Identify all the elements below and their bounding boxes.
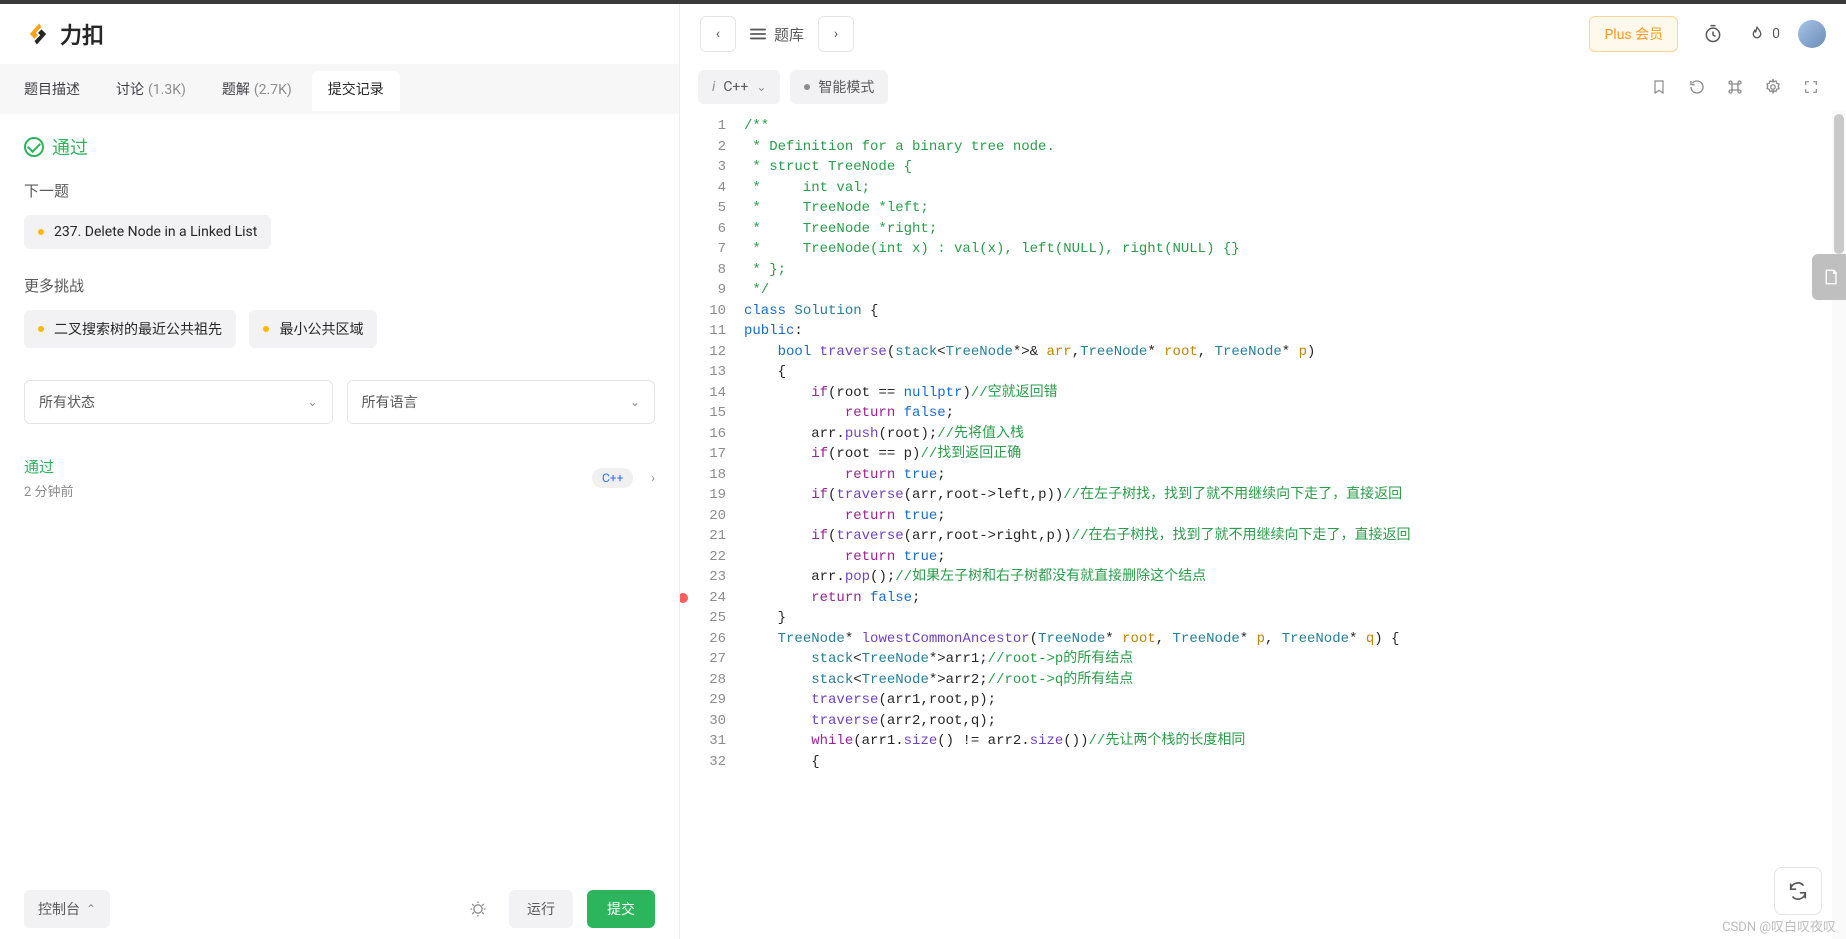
debug-icon[interactable]: [461, 892, 495, 926]
submission-row[interactable]: 通过 2 分钟前 C++ ›: [24, 446, 655, 510]
left-header: 力扣: [0, 4, 679, 64]
avatar[interactable]: [1798, 20, 1826, 48]
more-title: 更多挑战: [24, 275, 655, 296]
flame-icon: [1748, 24, 1766, 44]
submission-status: 通过: [24, 456, 74, 477]
info-icon: i: [712, 79, 715, 95]
tab-solution[interactable]: 题解(2.7K): [206, 71, 308, 107]
status-row: 通过: [24, 134, 655, 160]
submit-button[interactable]: 提交: [587, 890, 655, 928]
submission-time: 2 分钟前: [24, 481, 74, 500]
scrollbar[interactable]: [1832, 110, 1846, 939]
mode-dot-icon: [804, 84, 810, 90]
watermark: CSDN @叹白叹夜叹: [1722, 916, 1836, 935]
list-icon: [750, 27, 766, 41]
notes-tab[interactable]: [1812, 254, 1846, 300]
submission-lang-badge: C++: [592, 468, 633, 488]
status-label: 通过: [52, 134, 88, 160]
fullscreen-icon[interactable]: [1794, 70, 1828, 104]
next-problem-link[interactable]: 237. Delete Node in a Linked List: [24, 215, 271, 249]
run-button[interactable]: 运行: [509, 890, 573, 928]
difficulty-dot-icon: [38, 326, 44, 332]
code-editor[interactable]: 1234567891011121314151617181920212223242…: [680, 110, 1846, 939]
left-tabs: 题目描述 讨论(1.3K) 题解(2.7K) 提交记录: [0, 64, 679, 114]
console-button[interactable]: 控制台⌃: [24, 890, 110, 928]
streak-indicator[interactable]: 0: [1748, 24, 1780, 44]
timer-icon[interactable]: [1696, 17, 1730, 51]
difficulty-dot-icon: [263, 326, 269, 332]
reset-icon[interactable]: [1680, 70, 1714, 104]
logo[interactable]: 力扣: [24, 18, 104, 50]
chevron-down-icon: ⌄: [630, 395, 640, 409]
next-problem-button[interactable]: ›: [818, 16, 854, 52]
logo-text: 力扣: [60, 18, 104, 50]
library-link[interactable]: 题库: [750, 24, 804, 45]
chevron-down-icon: ⌄: [307, 395, 317, 409]
bookmark-icon[interactable]: [1642, 70, 1676, 104]
tab-description[interactable]: 题目描述: [8, 71, 96, 107]
tab-submissions[interactable]: 提交记录: [312, 71, 400, 111]
more-item-1[interactable]: 最小公共区域: [249, 310, 377, 348]
tab-discuss[interactable]: 讨论(1.3K): [100, 71, 202, 107]
difficulty-dot-icon: [38, 229, 44, 235]
chevron-down-icon: ⌄: [756, 80, 766, 94]
sync-button[interactable]: [1774, 867, 1822, 915]
language-select[interactable]: i C++⌄: [698, 70, 780, 104]
chevron-up-icon: ⌃: [86, 902, 96, 916]
check-icon: [24, 137, 44, 157]
prev-problem-button[interactable]: ‹: [700, 16, 736, 52]
filter-status-select[interactable]: 所有状态⌄: [24, 380, 333, 424]
mode-select[interactable]: 智能模式: [790, 70, 888, 104]
chevron-right-icon: ›: [651, 471, 655, 485]
settings-icon[interactable]: [1756, 70, 1790, 104]
next-title: 下一题: [24, 180, 655, 201]
plus-membership-button[interactable]: Plus 会员: [1589, 16, 1678, 52]
keyboard-shortcut-icon[interactable]: [1718, 70, 1752, 104]
more-item-0[interactable]: 二叉搜索树的最近公共祖先: [24, 310, 236, 348]
filter-lang-select[interactable]: 所有语言⌄: [347, 380, 656, 424]
leetcode-logo-icon: [24, 20, 52, 48]
